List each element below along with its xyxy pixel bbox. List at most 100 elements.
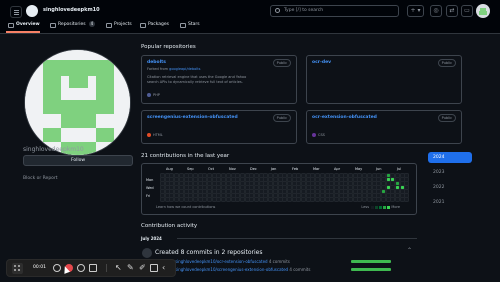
contribution-cell[interactable] xyxy=(272,193,278,198)
pen-tool-icon[interactable]: ✎ xyxy=(127,264,135,272)
contribution-cell[interactable] xyxy=(319,197,325,202)
contribution-cell[interactable] xyxy=(282,185,288,190)
contribution-cell[interactable] xyxy=(216,173,222,178)
contribution-cell[interactable] xyxy=(221,181,227,186)
contribution-cell[interactable] xyxy=(399,173,405,178)
contribution-cell[interactable] xyxy=(178,189,184,194)
contribution-cell[interactable] xyxy=(390,177,396,182)
contribution-cell[interactable] xyxy=(192,197,198,202)
contribution-cell[interactable] xyxy=(385,173,391,178)
tab-packages[interactable]: Packages xyxy=(138,19,169,33)
contribution-cell[interactable] xyxy=(329,189,335,194)
drag-handle-icon[interactable] xyxy=(12,263,23,274)
contribution-cell[interactable] xyxy=(333,189,339,194)
contribution-cell[interactable] xyxy=(404,173,410,178)
contribution-cell[interactable] xyxy=(211,177,217,182)
contribution-cell[interactable] xyxy=(348,193,353,198)
contribution-cell[interactable] xyxy=(296,197,302,202)
contribution-cell[interactable] xyxy=(376,181,382,186)
contribution-cell[interactable] xyxy=(272,197,278,202)
contribution-cell[interactable] xyxy=(310,177,316,182)
contribution-cell[interactable] xyxy=(352,185,358,190)
contribution-cell[interactable] xyxy=(225,181,231,186)
contribution-cell[interactable] xyxy=(192,185,198,190)
contribution-cell[interactable] xyxy=(244,197,250,202)
contribution-cell[interactable] xyxy=(197,189,203,194)
contribution-cell[interactable] xyxy=(230,181,236,186)
contribution-cell[interactable] xyxy=(333,197,339,202)
contribution-cell[interactable] xyxy=(371,193,377,198)
contribution-cell[interactable] xyxy=(376,173,382,178)
contribution-cell[interactable] xyxy=(291,173,297,178)
contribution-cell[interactable] xyxy=(305,181,311,186)
contribution-cell[interactable] xyxy=(343,181,349,186)
contribution-cell[interactable] xyxy=(319,177,325,182)
contribution-cell[interactable] xyxy=(249,193,255,198)
contribution-cell[interactable] xyxy=(160,177,165,182)
contribution-cell[interactable] xyxy=(371,189,377,194)
contribution-cell[interactable] xyxy=(277,197,283,202)
chevron-up-icon[interactable]: ⌃ xyxy=(407,247,412,254)
contribution-cell[interactable] xyxy=(286,173,292,178)
contribution-cell[interactable] xyxy=(286,197,292,202)
contribution-cell[interactable] xyxy=(174,197,180,202)
contribution-cell[interactable] xyxy=(272,177,278,182)
contribution-cell[interactable] xyxy=(268,185,274,190)
contribution-cell[interactable] xyxy=(249,177,255,182)
contribution-cell[interactable] xyxy=(399,193,405,198)
contribution-cell[interactable] xyxy=(244,193,250,198)
contribution-cell[interactable] xyxy=(230,197,236,202)
contribution-cell[interactable] xyxy=(399,185,405,190)
contribution-cell[interactable] xyxy=(254,185,259,190)
contribution-cell[interactable] xyxy=(188,197,194,202)
profile-avatar[interactable] xyxy=(24,49,131,156)
contribution-cell[interactable] xyxy=(357,185,363,190)
contribution-cell[interactable] xyxy=(249,173,255,178)
pause-icon[interactable] xyxy=(53,264,61,272)
contribution-cell[interactable] xyxy=(258,197,264,202)
contribution-cell[interactable] xyxy=(399,181,405,186)
contribution-cell[interactable] xyxy=(169,189,175,194)
contribution-cell[interactable] xyxy=(235,181,241,186)
contribution-cell[interactable] xyxy=(385,197,391,202)
contribution-cell[interactable] xyxy=(390,181,396,186)
contribution-cell[interactable] xyxy=(371,197,377,202)
contribution-cell[interactable] xyxy=(291,197,297,202)
contribution-cell[interactable] xyxy=(324,177,330,182)
contribution-cell[interactable] xyxy=(376,189,382,194)
contribution-cell[interactable] xyxy=(207,197,212,202)
contribution-cell[interactable] xyxy=(263,181,269,186)
contribution-cell[interactable] xyxy=(338,177,344,182)
contribution-cell[interactable] xyxy=(329,173,335,178)
contribution-cell[interactable] xyxy=(376,197,382,202)
contribution-cell[interactable] xyxy=(282,197,288,202)
contribution-cell[interactable] xyxy=(395,197,400,202)
contribution-cell[interactable] xyxy=(221,177,227,182)
contribution-cell[interactable] xyxy=(174,177,180,182)
contribution-cell[interactable] xyxy=(216,193,222,198)
contribution-cell[interactable] xyxy=(296,193,302,198)
contribution-cell[interactable] xyxy=(310,197,316,202)
hamburger-menu-icon[interactable] xyxy=(10,6,22,18)
contribution-cell[interactable] xyxy=(197,185,203,190)
contribution-cell[interactable] xyxy=(239,177,245,182)
contribution-cell[interactable] xyxy=(348,197,353,202)
contribution-cell[interactable] xyxy=(315,173,321,178)
contribution-cell[interactable] xyxy=(164,193,170,198)
contribution-cell[interactable] xyxy=(197,177,203,182)
contribution-cell[interactable] xyxy=(258,181,264,186)
contribution-cell[interactable] xyxy=(272,173,278,178)
contribution-cell[interactable] xyxy=(366,177,372,182)
contribution-cell[interactable] xyxy=(376,193,382,198)
contribution-cell[interactable] xyxy=(366,185,372,190)
contribution-cell[interactable] xyxy=(169,173,175,178)
contribution-cell[interactable] xyxy=(160,185,165,190)
contribution-cell[interactable] xyxy=(268,177,274,182)
contribution-cell[interactable] xyxy=(357,193,363,198)
contribution-cell[interactable] xyxy=(395,185,400,190)
contribution-cell[interactable] xyxy=(183,197,189,202)
contribution-cell[interactable] xyxy=(230,185,236,190)
mute-microphone-icon[interactable] xyxy=(77,264,85,272)
block-or-report-link[interactable]: Block or Report xyxy=(23,176,58,181)
contribution-cell[interactable] xyxy=(211,189,217,194)
